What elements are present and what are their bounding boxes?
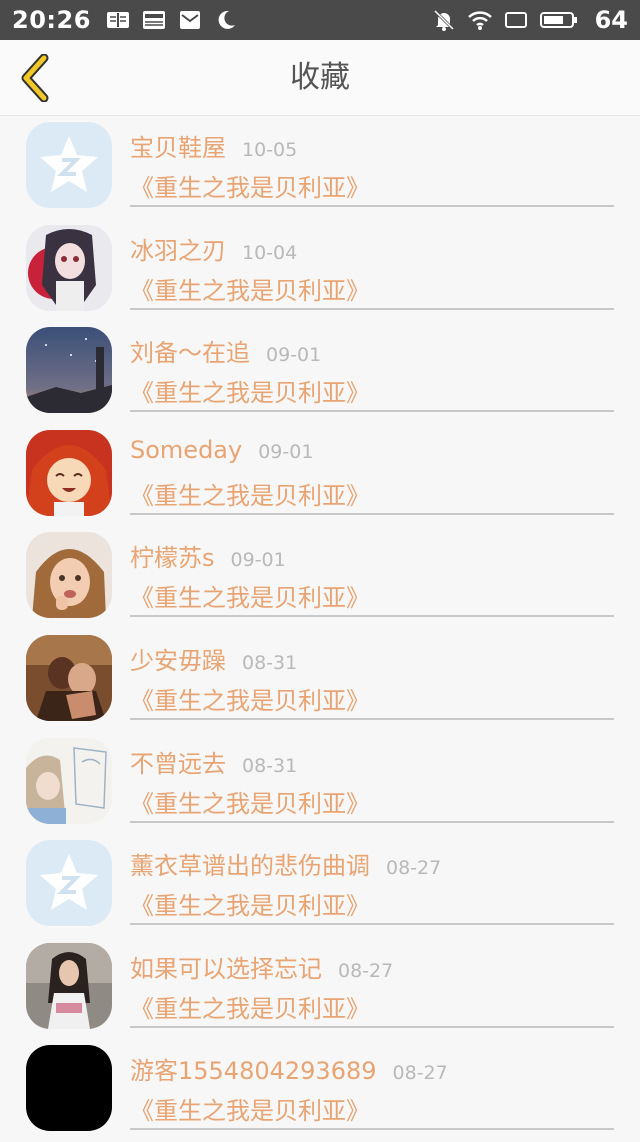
reader-icon [105,9,131,31]
list-item[interactable]: 柠檬苏s 09-01 《重生之我是贝利亚》 [0,526,640,629]
red-hair-anime-avatar [26,429,112,516]
screen-icon [503,9,529,31]
divider [130,1128,614,1131]
battery-level: 64 [594,6,628,34]
anime-sketch-avatar [26,737,112,824]
anime-girl-red-avatar [26,224,112,311]
item-book-title: 《重生之我是贝利亚》 [130,686,370,715]
list-item[interactable]: Someday 09-01 《重生之我是贝利亚》 [0,424,640,527]
item-date: 08-31 [242,754,298,777]
divider [130,307,614,310]
item-date: 09-01 [230,549,286,572]
item-name: 如果可以选择忘记 08-27 [130,954,394,983]
favorites-list: 宝贝鞋屋 10-05 《重生之我是贝利亚》 冰羽之刃 10-04 《重生之我是贝利亚… [0,116,640,1142]
item-name: 游客1554804293689 08-27 [130,1057,448,1086]
item-date: 08-27 [386,857,442,880]
item-book-title: 《重生之我是贝利亚》 [130,174,370,202]
item-name: 冰羽之刃 10-04 [130,236,298,265]
divider [130,205,614,207]
mail-icon [177,9,203,31]
item-date: 09-01 [258,440,314,463]
page-title: 收藏 [290,60,350,95]
child-photo-avatar [26,532,112,619]
girl-photo-avatar [26,942,112,1029]
couple-photo-avatar [26,634,112,721]
divider [130,512,614,515]
item-name: 宝贝鞋屋 10-05 [130,134,298,162]
item-name: Someday 09-01 [130,435,314,464]
black-avatar [26,1045,112,1132]
item-book-title: 《重生之我是贝利亚》 [130,481,370,510]
title-bar: 收藏 [0,40,640,116]
item-date: 09-01 [266,344,322,367]
item-date: 10-04 [242,241,298,264]
list-item[interactable]: 薰衣草谱出的悲伤曲调 08-27 《重生之我是贝利亚》 [0,834,640,937]
list-item[interactable]: 宝贝鞋屋 10-05 《重生之我是贝利亚》 [0,116,640,219]
divider [130,820,614,823]
default-star-avatar [26,840,112,927]
mute-bell-icon [431,9,457,31]
status-bar: 20:26 64 [0,0,640,40]
list-item[interactable]: 如果可以选择忘记 08-27 《重生之我是贝利亚》 [0,937,640,1040]
battery-icon [539,9,579,31]
default-star-avatar [26,122,112,208]
item-book-title: 《重生之我是贝利亚》 [130,276,370,305]
divider [130,1025,614,1028]
divider [130,717,614,720]
item-date: 08-31 [242,651,298,674]
status-time: 20:26 [12,6,91,34]
item-book-title: 《重生之我是贝利亚》 [130,789,370,818]
list-item[interactable]: 游客1554804293689 08-27 《重生之我是贝利亚》 [0,1039,640,1142]
list-item[interactable]: 冰羽之刃 10-04 《重生之我是贝利亚》 [0,219,640,322]
item-name: 刘备～在追 09-01 [130,339,322,368]
item-name: 柠檬苏s 09-01 [130,544,286,573]
item-date: 08-27 [392,1062,448,1085]
divider [130,615,614,618]
item-name: 少安毋躁 08-31 [130,646,298,675]
night-sky-avatar [26,327,112,414]
list-item[interactable]: 刘备～在追 09-01 《重生之我是贝利亚》 [0,321,640,424]
divider [130,410,614,413]
item-book-title: 《重生之我是贝利亚》 [130,379,370,408]
item-book-title: 《重生之我是贝利亚》 [130,584,370,613]
item-book-title: 《重生之我是贝利亚》 [130,892,370,921]
item-name: 薰衣草谱出的悲伤曲调 08-27 [130,852,442,881]
moon-icon [213,9,239,31]
news-icon [141,9,167,31]
status-right: 64 [431,6,628,34]
item-book-title: 《重生之我是贝利亚》 [130,994,370,1023]
divider [130,923,614,926]
list-item[interactable]: 不曾远去 08-31 《重生之我是贝利亚》 [0,732,640,835]
item-book-title: 《重生之我是贝利亚》 [130,1097,370,1126]
item-date: 08-27 [338,959,394,982]
wifi-icon [467,9,493,31]
list-item[interactable]: 少安毋躁 08-31 《重生之我是贝利亚》 [0,629,640,732]
item-date: 10-05 [242,139,298,161]
item-name: 不曾远去 08-31 [130,749,298,778]
